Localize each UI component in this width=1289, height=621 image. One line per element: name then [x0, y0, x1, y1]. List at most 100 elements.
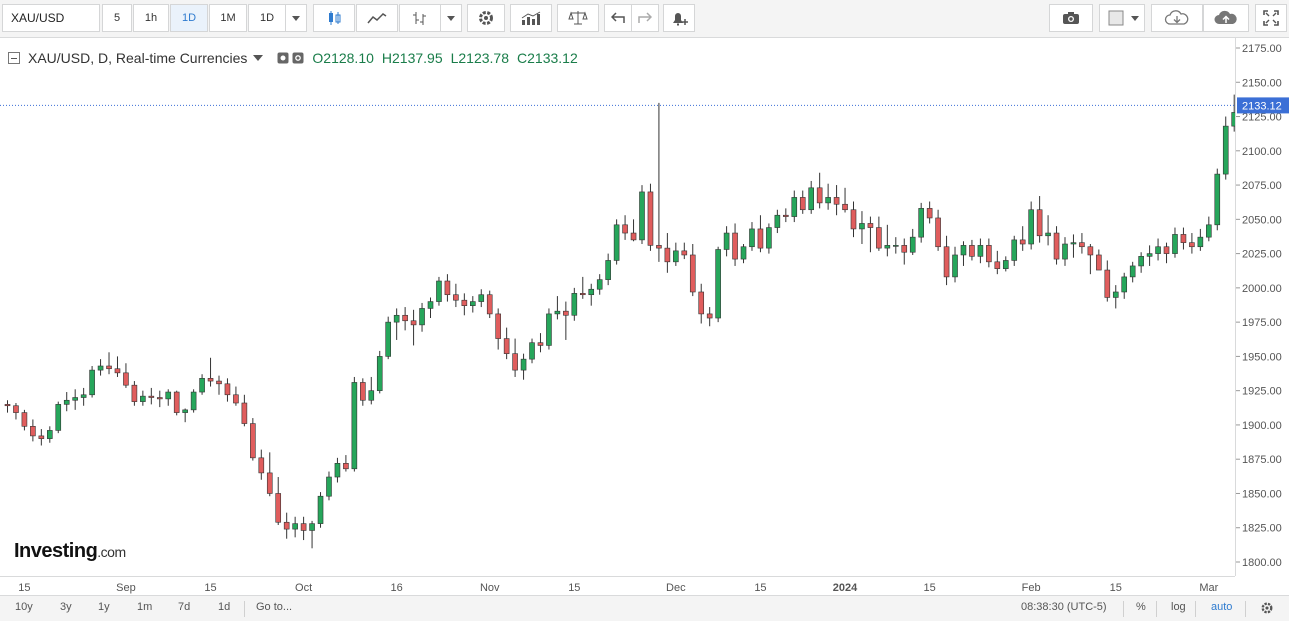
time-tick-label: 2024	[833, 582, 858, 594]
candle-body	[1002, 260, 1009, 269]
settings-button[interactable]	[467, 4, 505, 32]
candle-body	[376, 356, 383, 391]
candle-body	[960, 245, 967, 256]
compare-button[interactable]	[557, 4, 599, 32]
time-tick-label: Nov	[480, 582, 500, 594]
interval-5min-button[interactable]: 5	[102, 4, 132, 32]
bars-style-button[interactable]	[399, 4, 441, 32]
interval-1h-button[interactable]: 1h	[133, 4, 169, 32]
price-tick-label: 2075.00	[1242, 180, 1282, 192]
range-1m-button[interactable]: 1m	[137, 601, 152, 613]
layout-dropdown[interactable]	[1125, 4, 1145, 32]
candle-body	[799, 197, 806, 211]
time-tick-label: 15	[754, 582, 766, 594]
log-scale-toggle[interactable]: log	[1171, 601, 1186, 613]
separator	[244, 601, 245, 617]
load-chart-button[interactable]	[1151, 4, 1203, 32]
interval-1d-button[interactable]: 1D	[170, 4, 208, 32]
candle-body	[1214, 173, 1221, 226]
cloud-download-icon	[1164, 10, 1189, 25]
candle-body	[97, 365, 104, 371]
range-1d-button[interactable]: 1d	[218, 601, 230, 613]
indicators-button[interactable]	[510, 4, 552, 32]
time-axis[interactable]: 15 Sep 15 Oct 16 Nov 15 Dec 15 2024 15 Feb 15 Mar	[0, 576, 1235, 595]
visibility-icon[interactable]	[277, 52, 289, 64]
candle-body	[72, 397, 78, 401]
chart-style-dropdown[interactable]	[440, 4, 462, 32]
candle-body	[131, 384, 138, 402]
candle-body	[1104, 269, 1111, 298]
candle-body	[588, 288, 595, 296]
candle-body	[216, 380, 222, 385]
candle-body	[106, 365, 112, 370]
candle-body	[182, 409, 188, 413]
save-chart-button[interactable]	[1203, 4, 1249, 32]
candle-body	[385, 321, 392, 357]
candle-body	[723, 232, 730, 250]
price-tick-label: 1900.00	[1242, 420, 1282, 432]
clock-readout[interactable]: 08:38:30 (UTC-5)	[1021, 601, 1107, 613]
candle-body	[21, 412, 28, 427]
chart-area[interactable]	[0, 38, 1246, 576]
ohlc-open: O2128.10	[312, 50, 374, 66]
candle-body	[207, 378, 214, 382]
candlestick-chart[interactable]	[0, 38, 1246, 576]
fullscreen-button[interactable]	[1255, 4, 1287, 32]
interval-custom-button[interactable]: 1D	[248, 4, 286, 32]
gear-icon[interactable]	[1260, 601, 1274, 615]
time-tick-label: 15	[568, 582, 580, 594]
candle-body	[774, 214, 781, 228]
candle-body	[740, 246, 747, 260]
percent-scale-toggle[interactable]: %	[1136, 601, 1146, 613]
snapshot-button[interactable]	[1049, 4, 1093, 32]
candle-body	[148, 395, 155, 398]
range-1y-button[interactable]: 1y	[98, 601, 110, 613]
candle-body	[13, 405, 19, 413]
price-tick-label: 1975.00	[1242, 317, 1282, 329]
candle-body	[529, 342, 535, 360]
candle-body	[732, 232, 738, 260]
auto-scale-toggle[interactable]: auto	[1211, 601, 1232, 613]
chevron-down-icon[interactable]	[253, 55, 264, 61]
candle-body	[199, 378, 205, 393]
symbol-input[interactable]: XAU/USD	[2, 4, 100, 32]
range-7d-button[interactable]: 7d	[178, 601, 190, 613]
range-3y-button[interactable]: 3y	[60, 601, 72, 613]
settings-small-icon[interactable]	[292, 52, 304, 64]
interval-1m-button[interactable]: 1M	[209, 4, 247, 32]
price-axis[interactable]: 1800.00 1825.00 1850.00 1875.00 1900.00 1925.…	[1235, 38, 1289, 576]
price-tick-label: 1825.00	[1242, 523, 1282, 535]
candle-body	[884, 245, 891, 249]
candle-body	[664, 247, 671, 263]
candle-body	[1011, 239, 1018, 261]
candle-body	[266, 472, 273, 494]
price-tick-label: 1800.00	[1242, 557, 1282, 569]
candle-body	[520, 358, 527, 371]
undo-button[interactable]	[604, 4, 632, 32]
candle-body	[326, 476, 332, 497]
range-10y-button[interactable]: 10y	[15, 601, 33, 613]
candle-body	[453, 294, 459, 301]
candles-style-button[interactable]	[313, 4, 355, 32]
candle-body	[241, 402, 248, 424]
candle-body	[859, 223, 865, 230]
chevron-down-icon	[292, 15, 300, 21]
separator	[1156, 601, 1157, 617]
candle-body	[596, 279, 603, 290]
price-tick-label: 2000.00	[1242, 283, 1282, 295]
candle-body	[613, 224, 620, 261]
scale-icon	[568, 11, 588, 25]
goto-date-button[interactable]: Go to...	[256, 601, 292, 613]
redo-button[interactable]	[631, 4, 659, 32]
separator	[1245, 601, 1246, 617]
line-style-button[interactable]	[356, 4, 398, 32]
candle-body	[140, 395, 146, 402]
alert-button[interactable]	[663, 4, 695, 32]
interval-dropdown-button[interactable]	[285, 4, 307, 32]
collapse-legend-icon[interactable]	[8, 52, 20, 64]
legend-title[interactable]: XAU/USD, D, Real-time Currencies	[28, 50, 247, 66]
candle-body	[808, 187, 815, 211]
candle-body	[38, 435, 45, 439]
candle-body	[876, 227, 882, 249]
bell-plus-icon	[673, 13, 688, 26]
